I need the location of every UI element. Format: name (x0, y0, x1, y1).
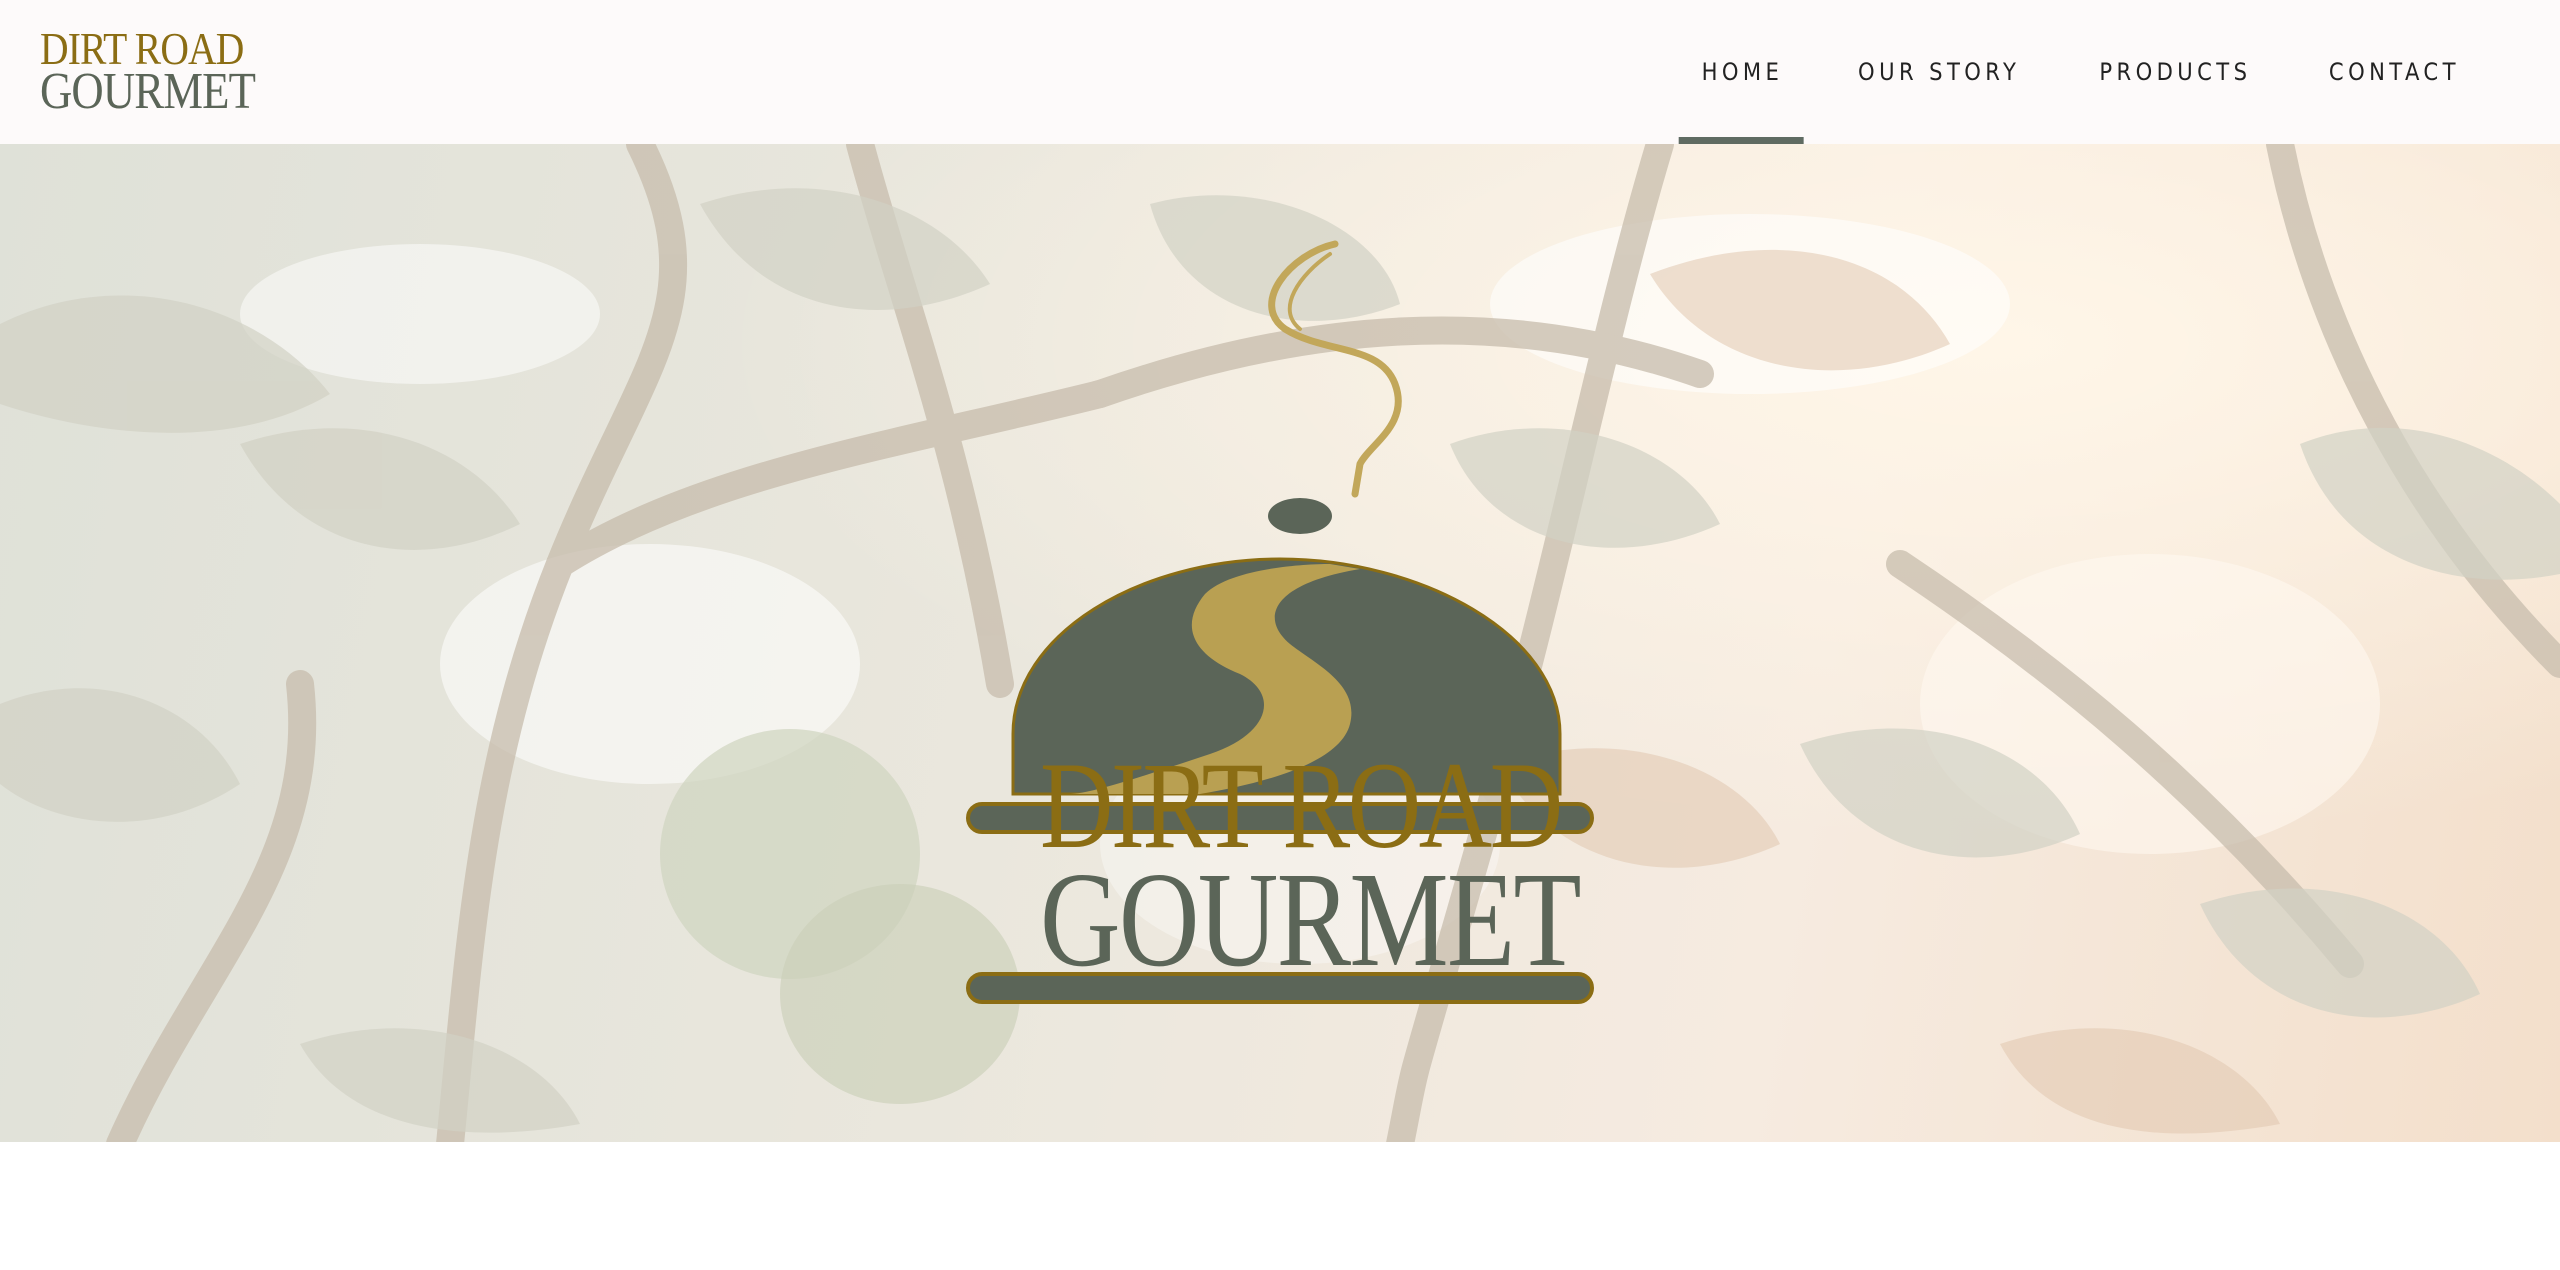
hero-logo-line2: GOURMET (1040, 845, 1582, 995)
hero-section: DIRT ROAD GOURMET (0, 144, 2560, 1142)
header-logo-line2: GOURMET (40, 63, 256, 120)
page-body-blank (0, 1142, 2560, 1270)
main-nav: HOME OUR STORY PRODUCTS CONTACT (1667, 0, 2560, 144)
nav-our-story[interactable]: OUR STORY (1833, 0, 2046, 144)
header-logo[interactable]: DIRT ROAD GOURMET (40, 26, 290, 118)
nav-home[interactable]: HOME (1676, 0, 1809, 144)
site-header: DIRT ROAD GOURMET HOME OUR STORY PRODUCT… (0, 0, 2560, 144)
nav-contact[interactable]: CONTACT (2304, 0, 2486, 144)
hero-logo-wordmark: DIRT ROAD GOURMET (986, 744, 1586, 995)
page: DIRT ROAD GOURMET HOME OUR STORY PRODUCT… (0, 0, 2560, 1270)
nav-products[interactable]: PRODUCTS (2074, 0, 2277, 144)
